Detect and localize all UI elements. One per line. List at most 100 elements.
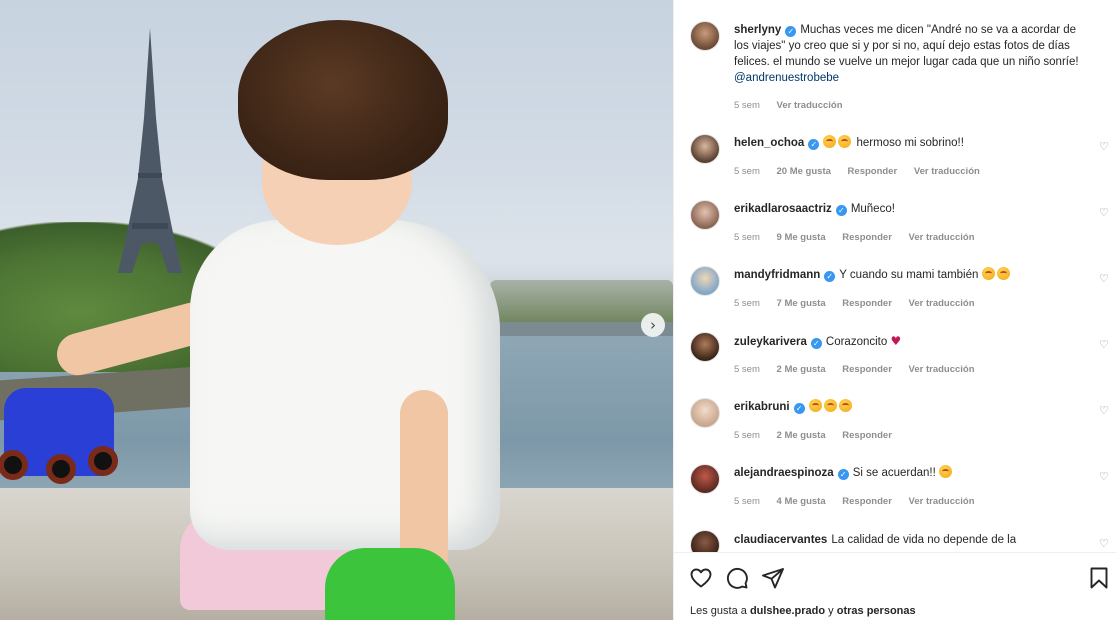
verified-icon: ✓ — [837, 469, 849, 480]
child-hair — [238, 20, 448, 180]
comment: mandyfridmann ✓ Y cuando su mami también — [734, 267, 1089, 283]
timestamp: 5 sem — [734, 166, 760, 177]
likes-prefix: Les gusta a — [690, 605, 750, 617]
reply-button[interactable]: Responder — [842, 430, 892, 441]
heart-eyes-emoji — [981, 267, 995, 280]
comment-text: Si se acuerdan!! — [852, 467, 936, 479]
username[interactable]: helen_ochoa — [734, 137, 804, 149]
comment-text: Corazoncito — [825, 336, 888, 348]
reply-button[interactable]: Responder — [842, 364, 892, 375]
chevron-right-icon: › — [650, 316, 656, 334]
likes-summary: Les gusta a dulshee.prado y otras person… — [690, 605, 916, 617]
like-count[interactable]: 2 Me gusta — [777, 430, 826, 441]
timestamp: 5 sem — [734, 232, 760, 243]
like-count[interactable]: 20 Me gusta — [777, 166, 831, 177]
liker-username[interactable]: dulshee.prado — [750, 605, 825, 617]
like-count[interactable]: 2 Me gusta — [777, 364, 826, 375]
avatar[interactable] — [690, 134, 720, 164]
verified-icon: ✓ — [793, 403, 805, 414]
timestamp: 5 sem — [734, 430, 760, 441]
eiffel-tower — [118, 28, 182, 273]
post-photo[interactable]: › — [0, 0, 673, 620]
timestamp: 5 sem — [734, 496, 760, 507]
username[interactable]: alejandraespinoza — [734, 467, 834, 479]
reply-button[interactable]: Responder — [848, 166, 898, 177]
green-toy-car — [325, 548, 455, 620]
comment-meta: 5 sem 4 Me gusta Responder Ver traducció… — [734, 496, 989, 507]
heart-icon[interactable] — [689, 566, 713, 590]
comment: claudiacervantes La calidad de vida no de… — [734, 532, 1089, 548]
caption-meta: 5 sem Ver traducción — [734, 100, 857, 111]
comments-list[interactable]: sherlyny ✓ Muchas veces me dicen "André no… — [674, 0, 1116, 552]
comment-meta: 5 sem 20 Me gusta Responder Ver traducci… — [734, 166, 994, 177]
mention-link[interactable]: @andrenuestrobebe — [734, 72, 839, 84]
comment-text: La calidad de vida no depende de la — [831, 534, 1017, 546]
share-icon[interactable] — [761, 566, 785, 590]
reply-button[interactable]: Responder — [842, 232, 892, 243]
translate-link[interactable]: Ver traducción — [909, 232, 975, 243]
username[interactable]: claudiacervantes — [734, 534, 827, 546]
post-actions: Les gusta a dulshee.prado y otras person… — [674, 552, 1116, 620]
heart-eyes-emoji — [823, 135, 837, 148]
like-comment-heart-icon[interactable]: ♡ — [1099, 140, 1109, 153]
avatar[interactable] — [690, 200, 720, 230]
comments-panel: sherlyny ✓ Muchas veces me dicen "André no… — [673, 0, 1116, 620]
translate-link[interactable]: Ver traducción — [777, 100, 843, 111]
avatar[interactable] — [690, 266, 720, 296]
timestamp: 5 sem — [734, 100, 760, 111]
username[interactable]: erikadlarosaactriz — [734, 203, 832, 215]
comment-meta: 5 sem 7 Me gusta Responder Ver traducció… — [734, 298, 989, 309]
comment: erikadlarosaactriz ✓ Muñeco! — [734, 201, 1089, 217]
avatar[interactable] — [690, 530, 720, 552]
bookmark-icon[interactable] — [1087, 566, 1111, 590]
avatar[interactable] — [690, 398, 720, 428]
heart-eyes-emoji — [823, 399, 837, 412]
comment-icon[interactable] — [725, 566, 749, 590]
heart-eyes-emoji — [808, 399, 822, 412]
like-comment-heart-icon[interactable]: ♡ — [1099, 272, 1109, 285]
comment: erikabruni ✓ — [734, 399, 1089, 415]
avatar[interactable] — [690, 332, 720, 362]
verified-icon: ✓ — [835, 205, 847, 216]
comment-meta: 5 sem 2 Me gusta Responder — [734, 430, 906, 441]
heart-eyes-emoji — [838, 135, 852, 148]
translate-link[interactable]: Ver traducción — [914, 166, 980, 177]
reply-button[interactable]: Responder — [842, 496, 892, 507]
next-photo-button[interactable]: › — [641, 313, 665, 337]
comment-text: hermoso mi sobrino!! — [856, 137, 964, 149]
verified-icon: ✓ — [785, 26, 797, 37]
comment: zuleykarivera ✓ Corazoncito ♥ — [734, 333, 1089, 350]
heart-eyes-emoji — [996, 267, 1010, 280]
like-comment-heart-icon[interactable]: ♡ — [1099, 470, 1109, 483]
comment-text: Muñeco! — [850, 203, 895, 215]
username[interactable]: sherlyny — [734, 24, 781, 36]
heart-eyes-emoji — [939, 465, 953, 478]
verified-icon: ✓ — [808, 139, 820, 150]
username[interactable]: mandyfridmann — [734, 269, 820, 281]
comment-text: Y cuando su mami también — [839, 269, 979, 281]
like-comment-heart-icon[interactable]: ♡ — [1099, 537, 1109, 550]
avatar[interactable] — [690, 21, 720, 51]
timestamp: 5 sem — [734, 298, 760, 309]
others-link[interactable]: otras personas — [837, 605, 916, 617]
username[interactable]: erikabruni — [734, 401, 790, 413]
translate-link[interactable]: Ver traducción — [909, 364, 975, 375]
reply-button[interactable]: Responder — [842, 298, 892, 309]
like-comment-heart-icon[interactable]: ♡ — [1099, 206, 1109, 219]
like-count[interactable]: 9 Me gusta — [777, 232, 826, 243]
comment-meta: 5 sem 9 Me gusta Responder Ver traducció… — [734, 232, 989, 243]
like-comment-heart-icon[interactable]: ♡ — [1099, 404, 1109, 417]
comment-meta: 5 sem 2 Me gusta Responder Ver traducció… — [734, 364, 989, 375]
translate-link[interactable]: Ver traducción — [909, 496, 975, 507]
verified-icon: ✓ — [824, 271, 836, 282]
avatar[interactable] — [690, 464, 720, 494]
like-count[interactable]: 7 Me gusta — [777, 298, 826, 309]
child-shirt — [190, 220, 500, 550]
like-count[interactable]: 4 Me gusta — [777, 496, 826, 507]
blue-toy-car — [0, 388, 118, 484]
like-comment-heart-icon[interactable]: ♡ — [1099, 338, 1109, 351]
translate-link[interactable]: Ver traducción — [909, 298, 975, 309]
username[interactable]: zuleykarivera — [734, 336, 807, 348]
verified-icon: ✓ — [810, 338, 822, 349]
timestamp: 5 sem — [734, 364, 760, 375]
